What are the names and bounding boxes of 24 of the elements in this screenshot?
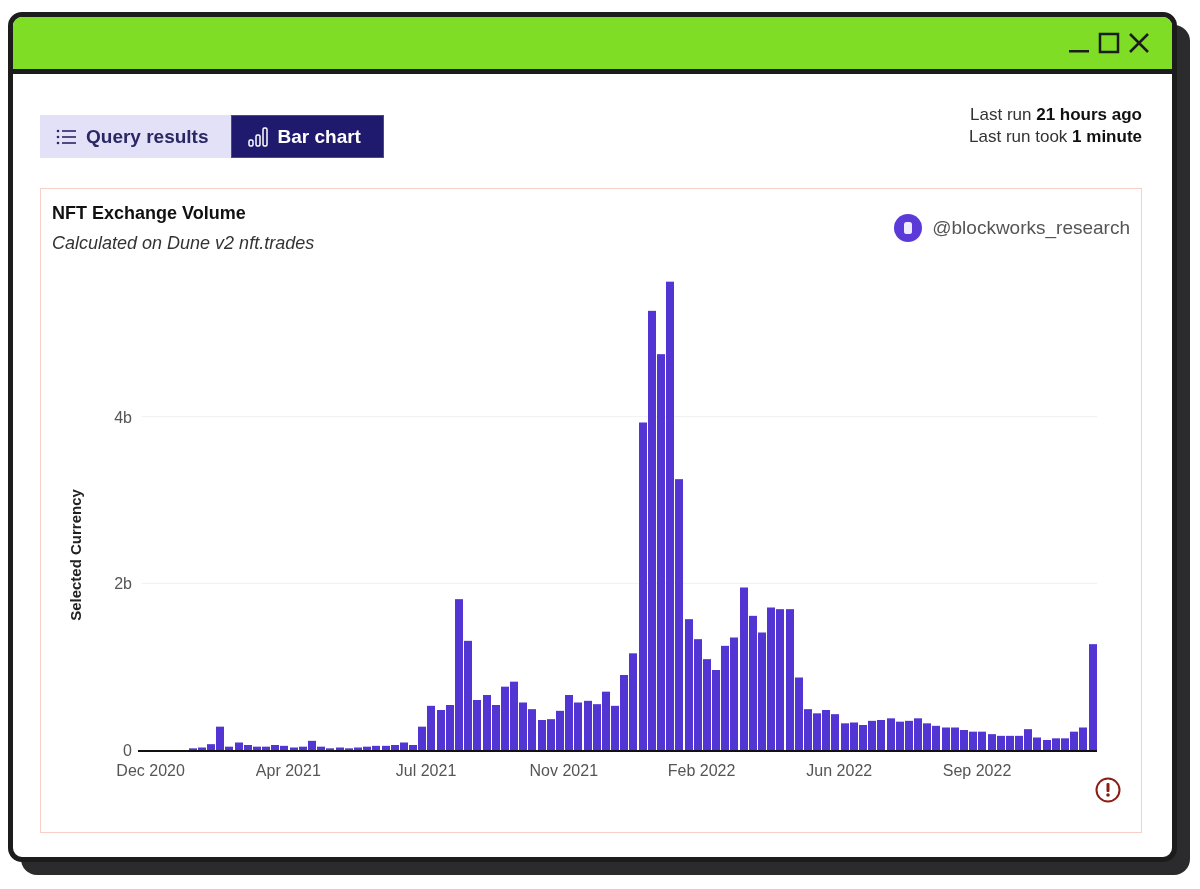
last-run-text: Last run 21 hours ago (969, 104, 1142, 126)
tick-label: Jun 2022 (806, 762, 873, 779)
axis-title: Selected Currency (67, 489, 84, 621)
tab[interactable]: Bar chart (230, 115, 384, 158)
tick-label: Nov 2021 (529, 762, 599, 779)
alert-icon (1095, 777, 1121, 803)
maximize-icon[interactable] (1098, 32, 1120, 54)
tick-label: Sep 2022 (942, 762, 1012, 779)
tick-label: Jul 2021 (395, 762, 457, 779)
tick-label: Dec 2020 (116, 762, 185, 779)
last-run-text: Last run took 1 minute (969, 126, 1142, 148)
list-icon (56, 128, 76, 145)
author-handle[interactable]: @blockworks_research (932, 216, 1130, 239)
bar-chart-icon (247, 126, 268, 147)
chart-subtitle: Calculated on Dune v2 nft.trades (52, 233, 315, 254)
close-icon[interactable] (1128, 32, 1150, 54)
tick-label: 2b (114, 575, 132, 593)
tick-label: 0 (123, 742, 132, 759)
tab[interactable]: Query results (40, 115, 231, 158)
tick-label: Apr 2021 (255, 762, 321, 779)
tick-label: 4b (114, 408, 132, 426)
chart-title: NFT Exchange Volume (52, 203, 247, 224)
avatar-icon (894, 213, 923, 242)
tick-label: Feb 2022 (667, 762, 736, 779)
